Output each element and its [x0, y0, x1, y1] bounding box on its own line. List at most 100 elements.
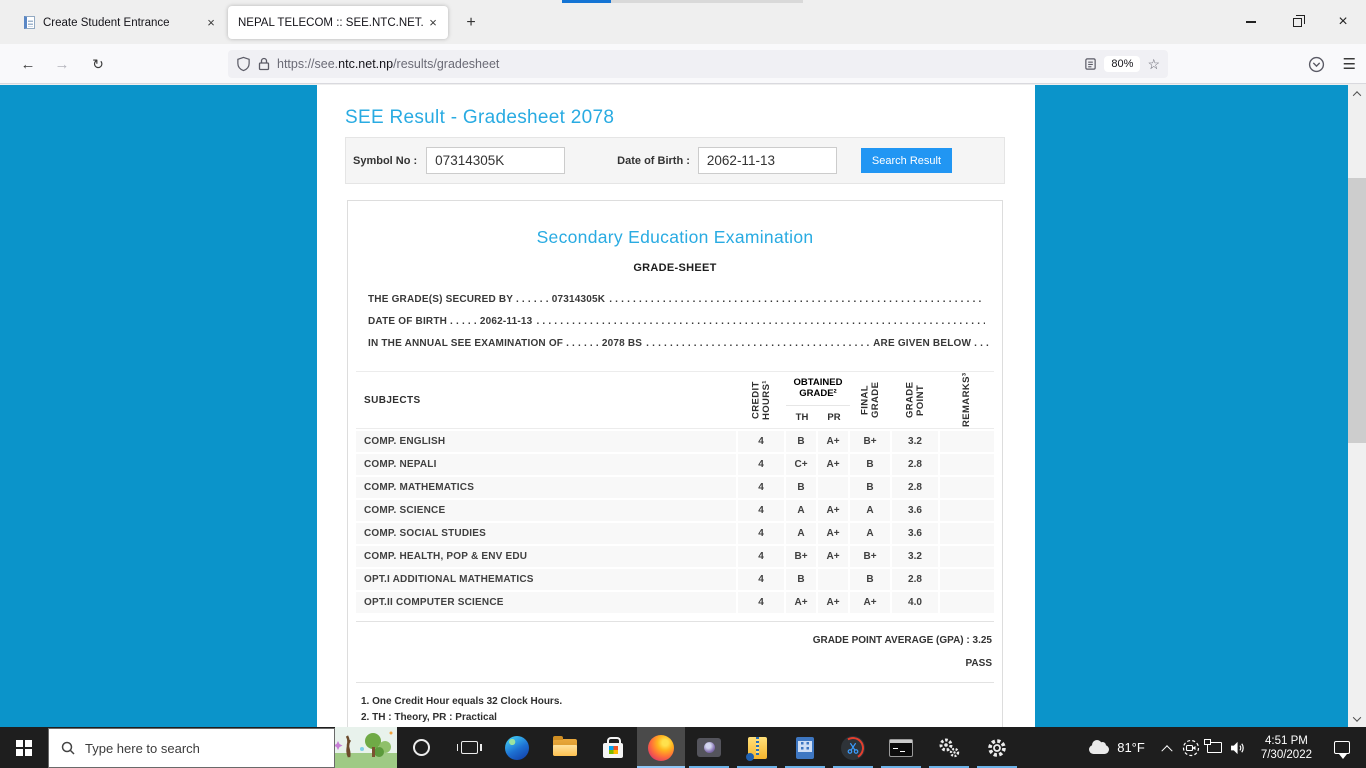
close-tab-icon[interactable]: × — [202, 14, 220, 32]
command-prompt-button[interactable] — [877, 727, 925, 768]
weather-temperature: 81°F — [1117, 740, 1145, 755]
cell-subject: COMP. MATHEMATICS — [356, 477, 738, 498]
back-button[interactable]: ← — [14, 50, 42, 78]
snipping-tool-button[interactable] — [829, 727, 877, 768]
grades-table: SUBJECTS CREDIT HOURS¹ OBTAINED GRADE² T… — [356, 371, 994, 613]
document-favicon-icon — [24, 16, 35, 29]
restore-button[interactable] — [1274, 0, 1320, 44]
meet-now-button[interactable] — [1179, 727, 1203, 768]
address-bar[interactable]: https://see.ntc.net.np/results/gradeshee… — [228, 50, 1168, 78]
dob-input[interactable] — [697, 147, 837, 174]
cell-pr-grade: A+ — [818, 431, 850, 452]
taskbar-search-box[interactable]: Type here to search — [48, 728, 335, 768]
action-center-button[interactable] — [1322, 727, 1362, 768]
terminal-icon — [889, 738, 913, 757]
tab-nepal-telecom[interactable]: NEPAL TELECOM :: SEE.NTC.NET.NP × — [228, 6, 448, 39]
footnote: 1. One Credit Hour equals 32 Clock Hours… — [361, 695, 563, 707]
scrollbar-thumb[interactable] — [1348, 178, 1366, 443]
cell-credit-hours: 4 — [738, 477, 786, 498]
table-row: COMP. HEALTH, POP & ENV EDU 4 B+ A+ B+ 3… — [356, 546, 994, 567]
url-path: /results/gradesheet — [393, 57, 500, 71]
lock-icon[interactable] — [258, 57, 270, 71]
services-button[interactable] — [925, 727, 973, 768]
gear-icon — [988, 738, 1006, 757]
file-explorer-button[interactable] — [541, 727, 589, 768]
cell-remarks — [940, 569, 994, 590]
cell-subject: COMP. ENGLISH — [356, 431, 738, 452]
new-tab-button[interactable]: + — [458, 10, 484, 36]
cell-pr-grade: A+ — [818, 592, 850, 613]
cell-remarks — [940, 546, 994, 567]
notification-icon — [1334, 741, 1350, 759]
start-button[interactable] — [0, 727, 48, 768]
browser-viewport: SEE Result - Gradesheet 2078 Symbol No :… — [0, 85, 1366, 727]
toolbar-right-icons: ☰ — [1308, 50, 1356, 78]
cell-credit-hours: 4 — [738, 500, 786, 521]
url-prefix: https://see. — [277, 57, 339, 71]
tab-loading-track — [611, 0, 803, 3]
search-result-button[interactable]: Search Result — [860, 148, 952, 173]
gradesheet-panel: Secondary Education Examination GRADE-SH… — [347, 200, 1003, 727]
weather-widget[interactable]: 81°F — [1079, 727, 1155, 768]
cortana-button[interactable] — [397, 727, 445, 768]
cell-th-grade: B — [786, 477, 818, 498]
edge-button[interactable] — [493, 727, 541, 768]
volume-button[interactable] — [1227, 727, 1251, 768]
symbol-no-input[interactable] — [426, 147, 566, 174]
search-highlights-button[interactable] — [335, 727, 397, 768]
scrollbar[interactable] — [1348, 85, 1366, 727]
settings-button[interactable] — [973, 727, 1021, 768]
reader-view-icon[interactable] — [1084, 57, 1097, 71]
cell-credit-hours: 4 — [738, 431, 786, 452]
menu-hamburger-icon[interactable]: ☰ — [1343, 55, 1356, 73]
cell-pr-grade: A+ — [818, 454, 850, 475]
cell-pr-grade — [818, 569, 850, 590]
cell-final-grade: B+ — [850, 431, 892, 452]
footnotes: 1. One Credit Hour equals 32 Clock Hours… — [361, 693, 994, 727]
cell-grade-point: 2.8 — [892, 477, 940, 498]
cell-subject: COMP. SOCIAL STUDIES — [356, 523, 738, 544]
scroll-up-button[interactable] — [1348, 85, 1366, 102]
minimize-icon — [1246, 21, 1256, 23]
pocket-icon[interactable] — [1308, 56, 1325, 73]
show-hidden-icons-button[interactable] — [1155, 727, 1179, 768]
cell-credit-hours: 4 — [738, 523, 786, 544]
url-text[interactable]: https://see.ntc.net.np/results/gradeshee… — [277, 57, 1077, 71]
minimize-button[interactable] — [1228, 0, 1274, 44]
microsoft-store-button[interactable] — [589, 727, 637, 768]
bookmark-star-icon[interactable]: ☆ — [1147, 56, 1160, 73]
taskbar-clock[interactable]: 4:51 PM 7/30/2022 — [1251, 734, 1322, 762]
symbol-no-label: Symbol No : — [353, 154, 418, 167]
clock-time: 4:51 PM — [1265, 734, 1308, 747]
cortana-icon — [412, 739, 430, 756]
dot-fill: . . . . . . . . . . . . . . . . . . . . … — [609, 294, 985, 305]
network-button[interactable] — [1203, 727, 1227, 768]
close-tab-icon[interactable]: × — [424, 14, 442, 32]
speaker-icon — [1231, 741, 1245, 754]
close-window-button[interactable]: × — [1320, 0, 1366, 44]
table-row: OPT.I ADDITIONAL MATHEMATICS 4 B B 2.8 — [356, 569, 994, 590]
search-form: Symbol No : Date of Birth : Search Resul… — [345, 137, 1005, 184]
cell-final-grade: B — [850, 477, 892, 498]
dot-fill: . . . . . . . . . . . . . . . . . . . . … — [536, 316, 985, 327]
firefox-button[interactable] — [637, 727, 685, 768]
reload-button[interactable]: ↻ — [84, 50, 112, 78]
camera-app-button[interactable] — [685, 727, 733, 768]
tracking-shield-icon[interactable] — [236, 56, 251, 72]
forward-button[interactable]: → — [48, 50, 76, 78]
table-row: COMP. ENGLISH 4 B A+ B+ 3.2 — [356, 431, 994, 452]
edge-icon — [505, 735, 529, 760]
statement-line: THE GRADE(S) SECURED BY . . . . . . 0731… — [368, 289, 989, 311]
column-th: TH — [795, 411, 809, 423]
zoom-level-indicator[interactable]: 80% — [1104, 56, 1141, 72]
cell-final-grade: A — [850, 523, 892, 544]
cloud-icon — [1089, 740, 1110, 754]
winzip-button[interactable] — [733, 727, 781, 768]
task-view-button[interactable] — [445, 727, 493, 768]
tab-create-student-entrance[interactable]: Create Student Entrance × — [14, 6, 226, 39]
cell-pr-grade: A+ — [818, 546, 850, 567]
calculator-button[interactable] — [781, 727, 829, 768]
cell-subject: OPT.I ADDITIONAL MATHEMATICS — [356, 569, 738, 590]
cell-th-grade: A — [786, 500, 818, 521]
scroll-down-button[interactable] — [1348, 710, 1366, 727]
